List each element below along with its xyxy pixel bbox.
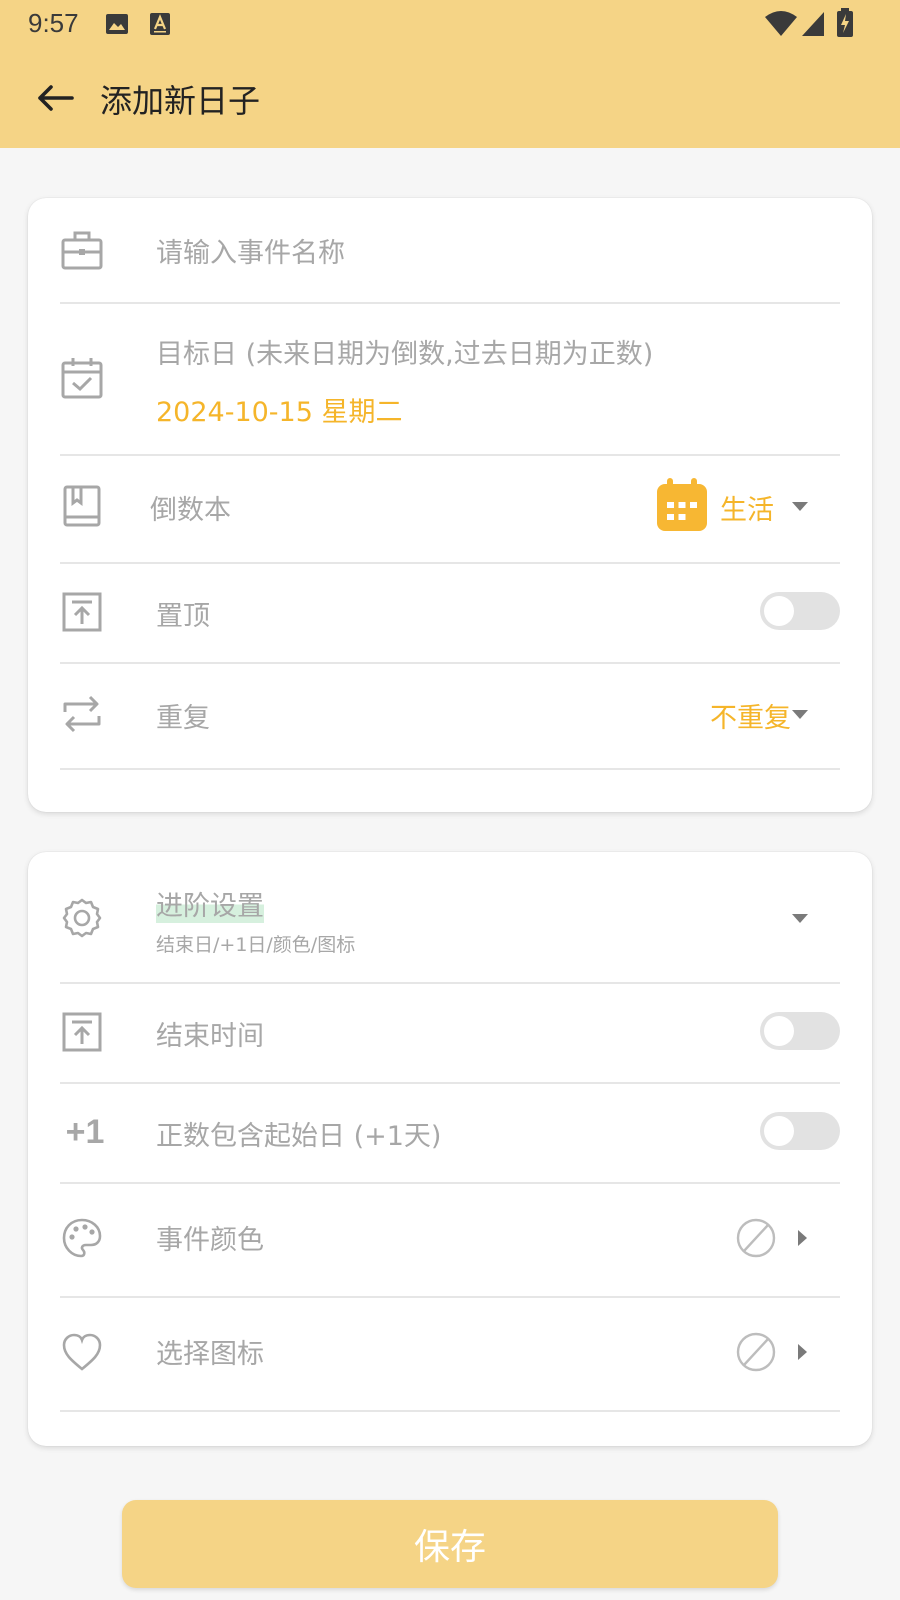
no-color-icon: [736, 1218, 776, 1258]
briefcase-icon: [60, 228, 104, 272]
page-title: 添加新日子: [100, 82, 261, 120]
wifi-icon: [765, 11, 797, 36]
status-time: 9:57: [28, 8, 79, 38]
status-bar: 9:57: [0, 0, 900, 48]
dropdown-arrow-icon: [792, 914, 808, 923]
book-selector[interactable]: 生活: [656, 478, 840, 534]
include-start-day-toggle[interactable]: [760, 1112, 840, 1150]
choose-icon-row[interactable]: 选择图标: [60, 1296, 840, 1412]
advanced-settings-subtitle: 结束日/+1日/颜色/图标: [156, 934, 356, 956]
chevron-right-icon: [798, 1230, 807, 1246]
target-date-value[interactable]: 2024-10-15 星期二: [156, 390, 403, 429]
image-notification-icon: [106, 14, 128, 34]
choose-icon-label: 选择图标: [156, 1339, 264, 1370]
gear-icon: [60, 896, 104, 940]
target-date-label: 目标日 (未来日期为倒数,过去日期为正数): [156, 339, 654, 370]
end-time-toggle[interactable]: [760, 1012, 840, 1050]
advanced-settings-card: 进阶设置 结束日/+1日/颜色/图标 结束时间 +1 正数包含起始日 (+1天): [28, 852, 872, 1446]
calendar-book-icon: [657, 478, 707, 531]
cellular-signal-icon: [802, 12, 824, 36]
dropdown-arrow-icon: [792, 710, 808, 719]
plus-one-icon: +1: [65, 1112, 105, 1151]
palette-icon: [60, 1216, 104, 1260]
book-value: 生活: [720, 495, 774, 526]
dropdown-arrow-icon: [792, 502, 808, 511]
repeat-row[interactable]: 重复 不重复: [60, 662, 840, 770]
back-arrow-icon: [38, 85, 74, 111]
app-bar: 添加新日子: [0, 48, 900, 148]
repeat-icon: [60, 692, 104, 736]
battery-charging-icon: [837, 8, 853, 37]
advanced-settings-header[interactable]: 进阶设置 结束日/+1日/颜色/图标: [60, 852, 840, 984]
advanced-settings-title: 进阶设置: [156, 884, 264, 923]
event-name-row[interactable]: 请输入事件名称: [60, 198, 840, 304]
include-start-day-label: 正数包含起始日 (+1天): [156, 1121, 442, 1152]
book-icon: [60, 484, 104, 528]
back-button[interactable]: [30, 70, 80, 126]
include-start-day-row: +1 正数包含起始日 (+1天): [60, 1082, 840, 1184]
end-time-label: 结束时间: [156, 1021, 264, 1052]
pin-label: 置顶: [156, 601, 210, 632]
chevron-right-icon: [798, 1344, 807, 1360]
end-time-row: 结束时间: [60, 982, 840, 1084]
pin-to-top-icon: [60, 590, 104, 634]
event-name-input[interactable]: 请输入事件名称: [156, 231, 345, 270]
save-button[interactable]: 保存: [122, 1500, 778, 1588]
book-row[interactable]: 倒数本 生活: [60, 454, 840, 564]
repeat-value: 不重复: [710, 703, 791, 734]
target-date-row[interactable]: 目标日 (未来日期为倒数,过去日期为正数) 2024-10-15 星期二: [60, 302, 840, 456]
calendar-check-icon: [60, 356, 104, 400]
heart-icon: [60, 1330, 104, 1374]
text-notification-icon: [150, 13, 170, 35]
event-basic-card: 请输入事件名称 目标日 (未来日期为倒数,过去日期为正数) 2024-10-15…: [28, 198, 872, 812]
no-icon-icon: [736, 1332, 776, 1372]
pin-toggle[interactable]: [760, 592, 840, 630]
event-color-row[interactable]: 事件颜色: [60, 1182, 840, 1298]
repeat-selector[interactable]: 不重复: [710, 686, 840, 742]
repeat-label: 重复: [156, 703, 210, 734]
end-time-icon: [60, 1010, 104, 1054]
book-label: 倒数本: [150, 495, 231, 526]
pin-row: 置顶: [60, 562, 840, 664]
event-color-label: 事件颜色: [156, 1225, 264, 1256]
